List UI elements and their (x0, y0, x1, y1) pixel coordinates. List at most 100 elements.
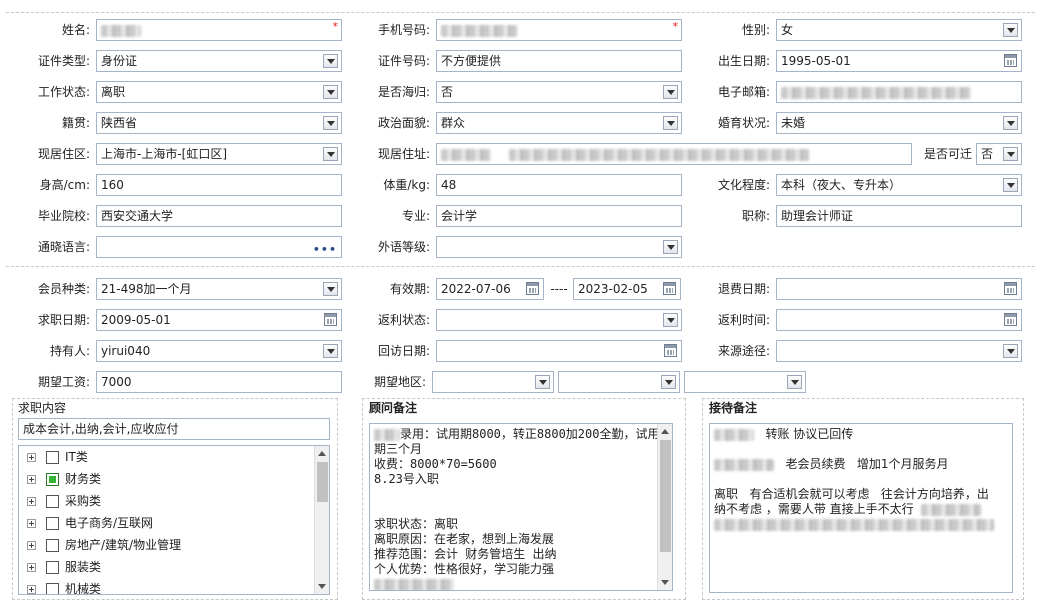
advisor-notes-textarea[interactable]: 录用：试用期8000，转正8800加200全勤，试用 期三个月 收费：8000*… (369, 423, 673, 591)
birth-date-field[interactable]: 1995-05-01 (776, 50, 1022, 72)
tree-item[interactable]: 服装类 (27, 557, 101, 577)
marital-select[interactable]: 未婚 (776, 112, 1022, 134)
tree-item[interactable]: 采购类 (27, 491, 101, 511)
dropdown-arrow-icon[interactable] (1003, 116, 1018, 130)
phone-field[interactable]: * (436, 19, 682, 41)
dropdown-arrow-icon[interactable] (323, 85, 338, 99)
advisor-notes-title: 顾问备注 (369, 401, 418, 415)
dropdown-arrow-icon[interactable] (323, 282, 338, 296)
dropdown-arrow-icon[interactable] (787, 375, 802, 389)
language-field[interactable]: ••• (96, 236, 342, 258)
height-field[interactable]: 160 (96, 174, 342, 196)
expand-icon[interactable] (27, 541, 36, 550)
work-status-select[interactable]: 离职 (96, 81, 342, 103)
scrollbar-thumb[interactable] (317, 462, 328, 502)
tree-item[interactable]: 财务类 (27, 469, 101, 489)
calendar-icon[interactable] (1004, 313, 1017, 326)
checkbox[interactable] (46, 539, 59, 552)
revisit-date-field[interactable] (436, 340, 682, 362)
job-date-field[interactable]: 2009-05-01 (96, 309, 342, 331)
dropdown-arrow-icon[interactable] (661, 375, 676, 389)
dropdown-arrow-icon[interactable] (323, 54, 338, 68)
job-content-summary[interactable]: 成本会计,出纳,会计,应收应付 (18, 418, 330, 440)
foreign-level-select[interactable] (436, 236, 682, 258)
member-type-select[interactable]: 21-498加一个月 (96, 278, 342, 300)
dropdown-arrow-icon[interactable] (663, 240, 678, 254)
title-field[interactable]: 助理会计师证 (776, 205, 1022, 227)
expand-icon[interactable] (27, 497, 36, 506)
reception-notes-textarea[interactable]: 转账 协议已回传 老会员续费 增加1个月服务月 离职 有合适机会就可以考虑 往会… (709, 423, 1013, 593)
calendar-icon[interactable] (526, 282, 539, 295)
more-options-icon[interactable]: ••• (313, 240, 337, 257)
checkbox[interactable] (46, 561, 59, 574)
weight-field[interactable]: 48 (436, 174, 682, 196)
address-field[interactable] (436, 143, 912, 165)
job-category-tree[interactable]: IT类 财务类 采购类 电子商务/互联网 房地产/建筑/物业管理 服装类 机械类 (18, 445, 330, 595)
calendar-icon[interactable] (1004, 54, 1017, 67)
tree-item-label: 服装类 (65, 560, 102, 574)
id-type-select[interactable]: 身份证 (96, 50, 342, 72)
rebate-time-field[interactable] (776, 309, 1022, 331)
calendar-icon[interactable] (1004, 282, 1017, 295)
id-number-field[interactable]: 不方便提供 (436, 50, 682, 72)
expand-icon[interactable] (27, 519, 36, 528)
tree-item[interactable]: 机械类 (27, 579, 101, 594)
dropdown-arrow-icon[interactable] (663, 116, 678, 130)
validity-to-field[interactable]: 2023-02-05 (573, 278, 681, 300)
scroll-up-icon[interactable] (318, 451, 326, 456)
relocate-select[interactable]: 否 (976, 143, 1022, 165)
dropdown-arrow-icon[interactable] (1003, 178, 1018, 192)
checkbox[interactable] (46, 451, 59, 464)
expected-salary-field[interactable]: 7000 (96, 371, 342, 393)
dropdown-arrow-icon[interactable] (535, 375, 550, 389)
name-field[interactable]: * (96, 19, 342, 41)
expand-icon[interactable] (27, 563, 36, 572)
tree-item[interactable]: 电子商务/互联网 (27, 513, 153, 533)
tree-item[interactable]: 房地产/建筑/物业管理 (27, 535, 181, 555)
dropdown-arrow-icon[interactable] (1003, 147, 1018, 161)
email-field[interactable] (776, 81, 1022, 103)
dropdown-arrow-icon[interactable] (1003, 344, 1018, 358)
native-place-select[interactable]: 陕西省 (96, 112, 342, 134)
major-field[interactable]: 会计学 (436, 205, 682, 227)
checkbox-checked[interactable] (46, 473, 59, 486)
checkbox[interactable] (46, 517, 59, 530)
dropdown-arrow-icon[interactable] (323, 147, 338, 161)
refund-date-field[interactable] (776, 278, 1022, 300)
rebate-status-select[interactable] (436, 309, 682, 331)
tree-scrollbar[interactable] (314, 446, 329, 594)
dropdown-arrow-icon[interactable] (323, 116, 338, 130)
scroll-up-icon[interactable] (661, 429, 669, 434)
checkbox[interactable] (46, 583, 59, 594)
calendar-icon[interactable] (663, 282, 676, 295)
scroll-down-icon[interactable] (661, 580, 669, 585)
expand-icon[interactable] (27, 585, 36, 594)
gender-label: 性别: (741, 23, 770, 37)
source-select[interactable] (776, 340, 1022, 362)
validity-from-field[interactable]: 2022-07-06 (436, 278, 544, 300)
expected-district-select[interactable] (684, 371, 806, 393)
calendar-icon[interactable] (664, 344, 677, 357)
dropdown-arrow-icon[interactable] (1003, 23, 1018, 37)
gender-select[interactable]: 女 (776, 19, 1022, 41)
notes-scrollbar[interactable] (657, 424, 672, 590)
note-line (714, 472, 1008, 487)
checkbox[interactable] (46, 495, 59, 508)
holder-select[interactable]: yirui040 (96, 340, 342, 362)
education-select[interactable]: 本科（夜大、专升本） (776, 174, 1022, 196)
calendar-icon[interactable] (324, 313, 337, 326)
dropdown-arrow-icon[interactable] (323, 344, 338, 358)
expand-icon[interactable] (27, 475, 36, 484)
returnee-select[interactable]: 否 (436, 81, 682, 103)
expected-province-select[interactable] (432, 371, 554, 393)
dropdown-arrow-icon[interactable] (663, 313, 678, 327)
expand-icon[interactable] (27, 453, 36, 462)
residence-area-select[interactable]: 上海市-上海市-[虹口区] (96, 143, 342, 165)
expected-city-select[interactable] (558, 371, 680, 393)
political-select[interactable]: 群众 (436, 112, 682, 134)
scrollbar-thumb[interactable] (660, 440, 671, 552)
scroll-down-icon[interactable] (318, 584, 326, 589)
school-field[interactable]: 西安交通大学 (96, 205, 342, 227)
dropdown-arrow-icon[interactable] (663, 85, 678, 99)
tree-item[interactable]: IT类 (27, 447, 88, 467)
